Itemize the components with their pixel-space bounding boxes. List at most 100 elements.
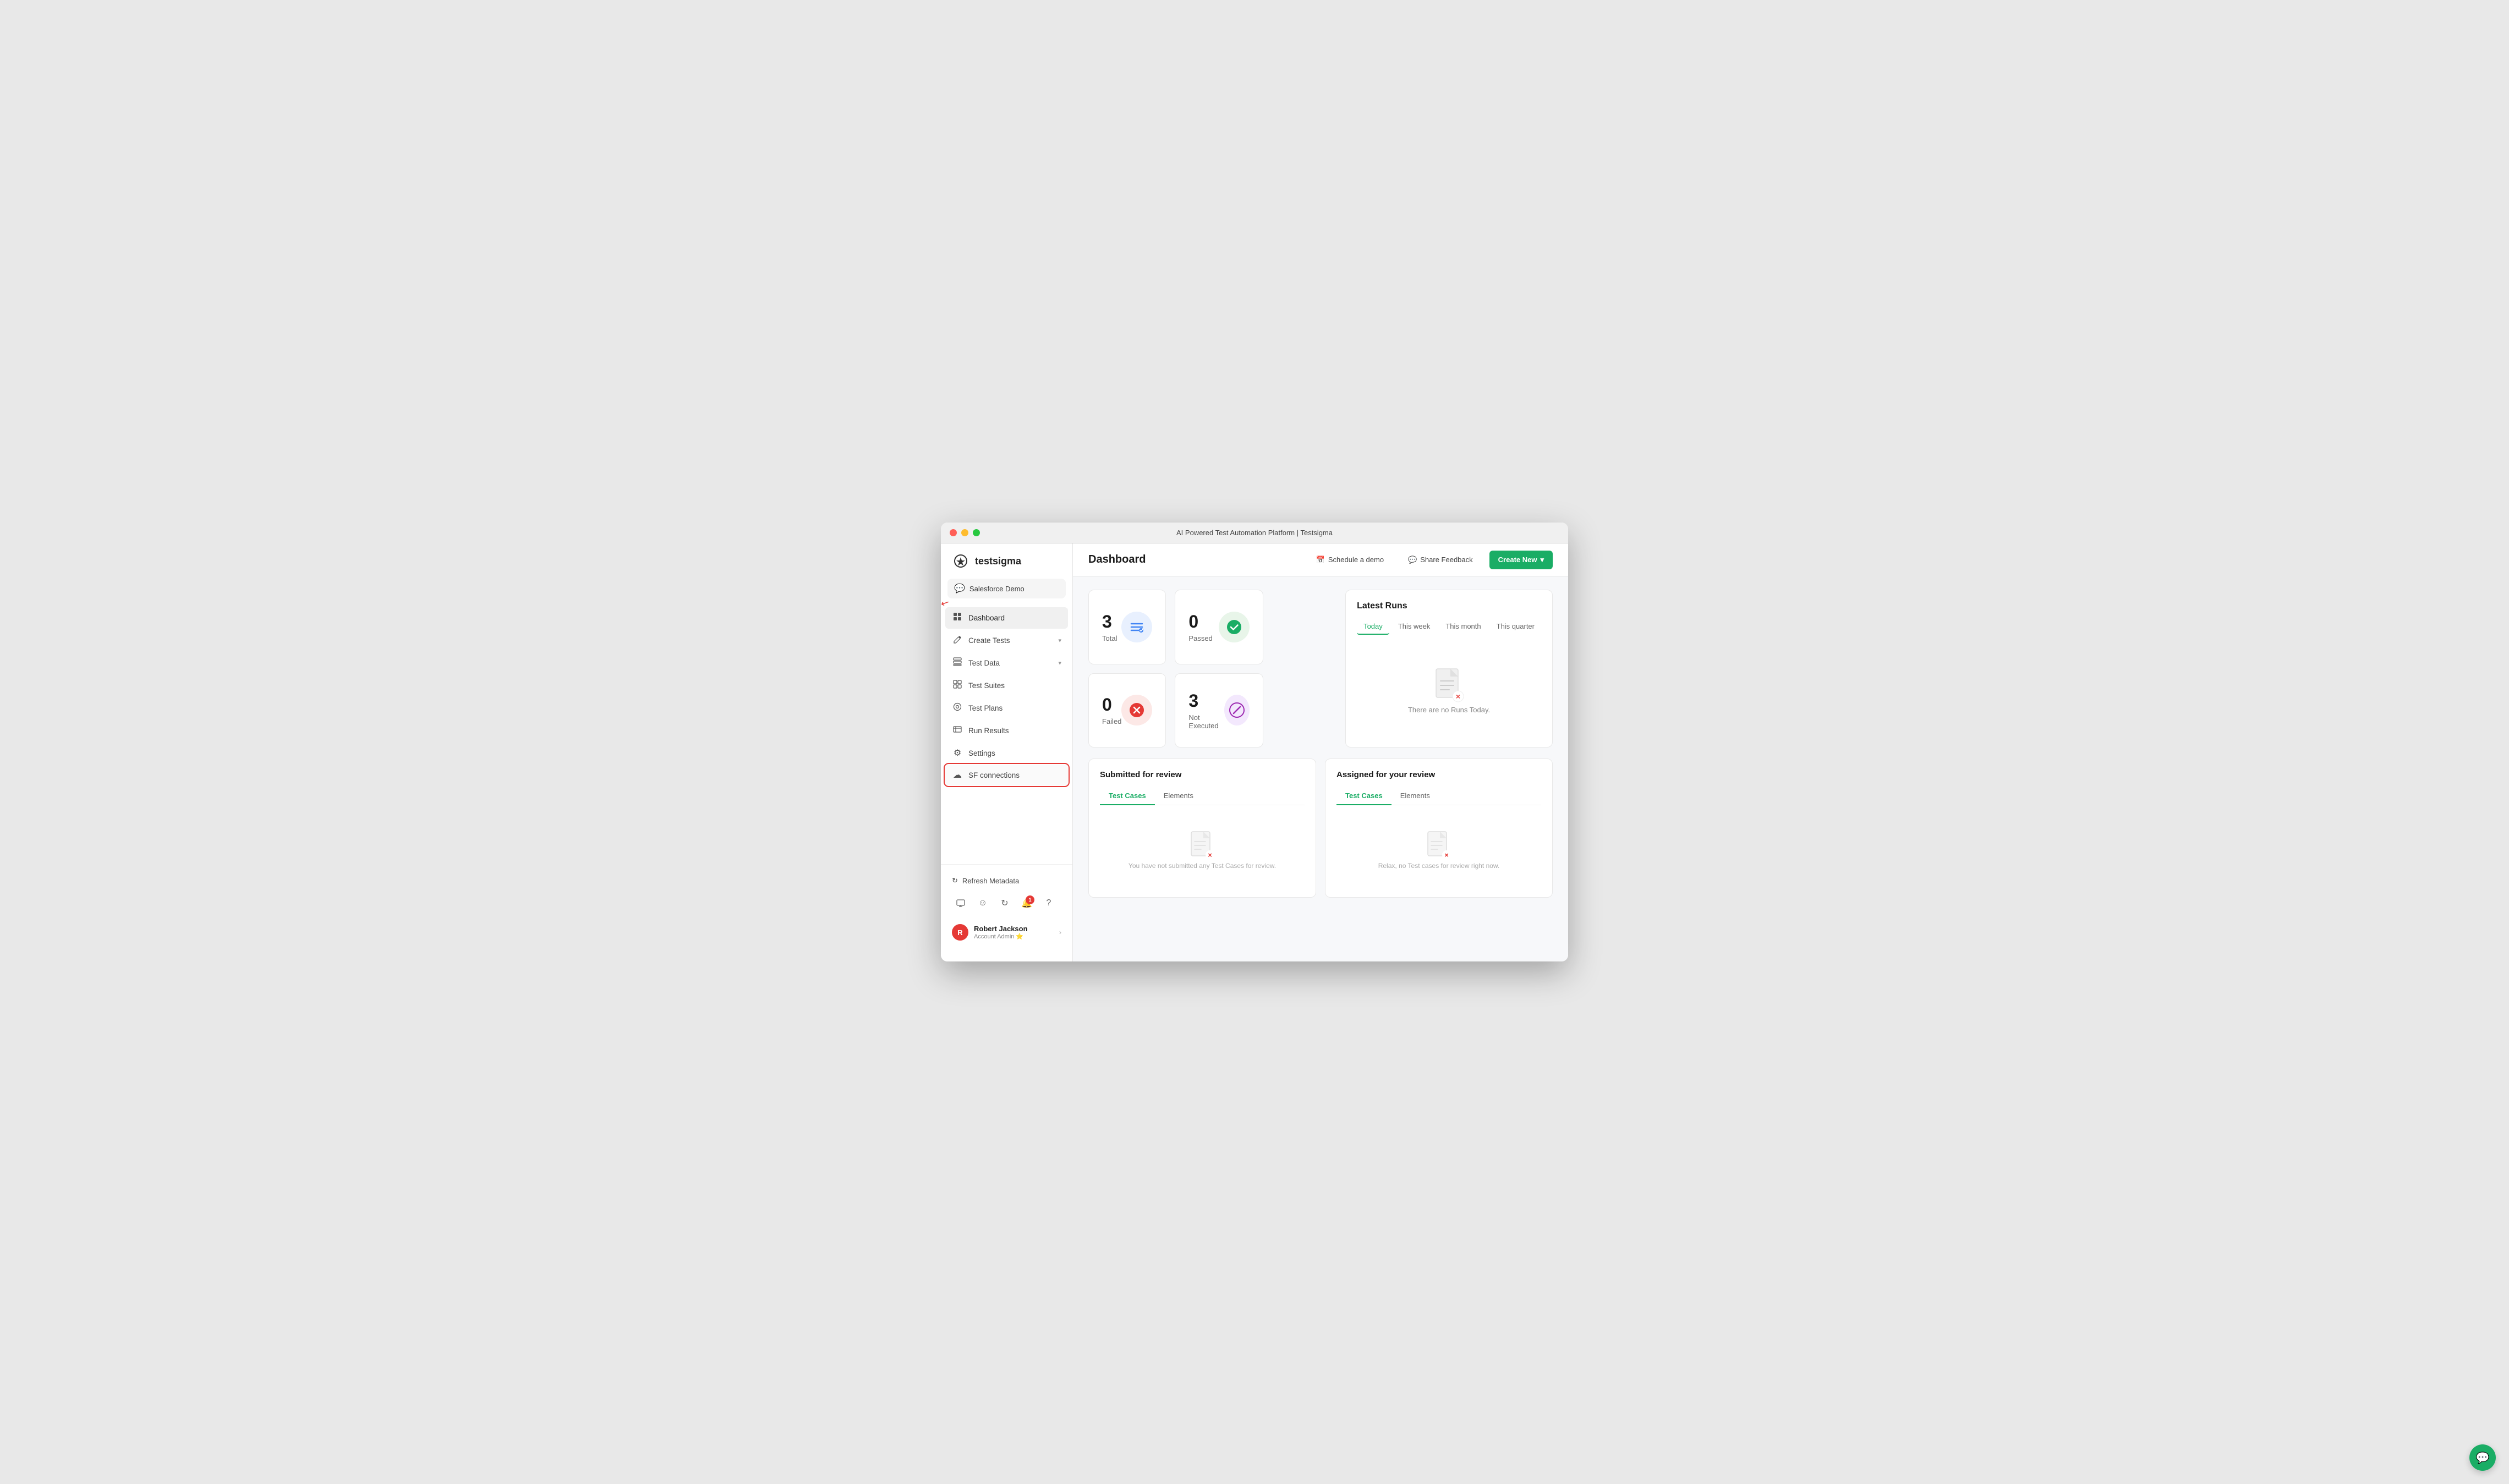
sync-icon[interactable]: ↻ — [996, 894, 1014, 912]
review-grid: Submitted for review Test Cases Elements — [1088, 759, 1553, 898]
screen-share-icon[interactable] — [952, 894, 969, 912]
dashboard-icon — [952, 612, 963, 624]
sidebar-bottom: ↻ Refresh Metadata ☺ ↻ 🔔 1 ? R — [941, 864, 1072, 953]
sidebar-item-dashboard[interactable]: ↙ Dashboard — [945, 607, 1068, 629]
sidebar-item-label-settings: Settings — [968, 749, 1061, 757]
notification-icon[interactable]: 🔔 1 — [1018, 894, 1036, 912]
settings-icon: ⚙ — [952, 748, 963, 759]
no-runs-text: There are no Runs Today. — [1408, 706, 1490, 714]
test-data-icon — [952, 657, 963, 669]
tab-today[interactable]: Today — [1357, 619, 1389, 635]
failed-number: 0 — [1102, 695, 1121, 715]
failed-label: Failed — [1102, 717, 1121, 725]
workspace-selector[interactable]: 💬 Salesforce Demo — [947, 579, 1066, 598]
arrow-indicator: ↙ — [941, 596, 951, 610]
not-executed-label: Not Executed — [1188, 713, 1224, 730]
logo: testsigma — [941, 552, 1072, 579]
sidebar-item-settings[interactable]: ⚙ Settings — [945, 743, 1068, 763]
no-runs-content: × There are no Runs Today. — [1357, 646, 1541, 736]
assigned-empty-icon: × — [1427, 831, 1451, 862]
help-icon[interactable]: ? — [1040, 894, 1058, 912]
sidebar-item-test-suites[interactable]: Test Suites — [945, 675, 1068, 696]
svg-text:×: × — [1208, 851, 1212, 859]
tab-this-month[interactable]: This month — [1439, 619, 1487, 635]
topbar: Dashboard 📅 Schedule a demo 💬 Share Feed… — [1073, 543, 1568, 576]
total-number: 3 — [1102, 612, 1117, 632]
user-info: Robert Jackson Account Admin ⭐ — [974, 925, 1054, 940]
latest-runs-card: Latest Runs Today This week This month T… — [1345, 590, 1553, 748]
submitted-empty-text: You have not submitted any Test Cases fo… — [1128, 862, 1276, 870]
dropdown-chevron-icon: ▾ — [1540, 556, 1544, 564]
sidebar-item-create-tests[interactable]: Create Tests ▾ — [945, 630, 1068, 651]
sidebar-item-run-results[interactable]: Run Results — [945, 720, 1068, 741]
minimize-button[interactable] — [961, 529, 968, 536]
total-icon — [1121, 612, 1152, 642]
maximize-button[interactable] — [973, 529, 980, 536]
share-feedback-button[interactable]: 💬 Share Feedback — [1400, 551, 1481, 569]
not-executed-icon — [1224, 695, 1250, 725]
test-data-chevron-icon: ▾ — [1058, 659, 1061, 667]
test-plans-icon — [952, 702, 963, 714]
failed-icon — [1121, 695, 1152, 725]
dashboard-body: 3 Total — [1073, 576, 1568, 911]
create-tests-icon — [952, 635, 963, 646]
assigned-review-card: Assigned for your review Test Cases Elem… — [1325, 759, 1553, 898]
user-role: Account Admin ⭐ — [974, 933, 1054, 940]
main-content: Dashboard 📅 Schedule a demo 💬 Share Feed… — [1073, 543, 1568, 961]
schedule-demo-button[interactable]: 📅 Schedule a demo — [1308, 551, 1392, 569]
assigned-test-cases-tab[interactable]: Test Cases — [1336, 787, 1392, 805]
chat-fab-button[interactable]: 💬 — [2469, 1444, 2496, 1471]
stats-grid: 3 Total — [1088, 590, 1263, 748]
topbar-actions: 📅 Schedule a demo 💬 Share Feedback Creat… — [1308, 551, 1553, 569]
test-suites-icon — [952, 680, 963, 691]
smiley-icon[interactable]: ☺ — [974, 894, 991, 912]
passed-label: Passed — [1188, 634, 1212, 642]
stat-total: 3 Total — [1088, 590, 1166, 664]
create-new-button[interactable]: Create New ▾ — [1489, 551, 1553, 569]
empty-file-icon: × — [1434, 668, 1465, 703]
sidebar-item-label-create-tests: Create Tests — [968, 636, 1053, 645]
sf-connections-icon: ☁ — [952, 770, 963, 781]
crown-icon: ⭐ — [1016, 933, 1023, 940]
passed-number: 0 — [1188, 612, 1212, 632]
sidebar-item-label-test-data: Test Data — [968, 659, 1053, 667]
assigned-empty-content: × Relax, no Test cases for review right … — [1336, 814, 1541, 886]
stat-failed: 0 Failed — [1088, 673, 1166, 748]
submitted-review-title: Submitted for review — [1100, 770, 1305, 779]
bottom-icons-bar: ☺ ↻ 🔔 1 ? — [945, 890, 1068, 916]
sidebar-item-label-sf-connections: SF connections — [968, 771, 1061, 779]
not-executed-number: 3 — [1188, 691, 1224, 711]
stat-passed: 0 Passed — [1175, 590, 1263, 664]
close-button[interactable] — [950, 529, 957, 536]
assigned-review-title: Assigned for your review — [1336, 770, 1541, 779]
user-profile[interactable]: R Robert Jackson Account Admin ⭐ › — [945, 919, 1068, 946]
submitted-review-card: Submitted for review Test Cases Elements — [1088, 759, 1316, 898]
tab-this-week[interactable]: This week — [1392, 619, 1437, 635]
user-avatar: R — [952, 924, 968, 941]
chat-icon: 💬 — [1408, 556, 1417, 564]
sidebar-item-test-plans[interactable]: Test Plans — [945, 697, 1068, 719]
stat-not-executed: 3 Not Executed — [1175, 673, 1263, 748]
run-results-icon — [952, 725, 963, 736]
submitted-test-cases-tab[interactable]: Test Cases — [1100, 787, 1155, 805]
sidebar-item-label-dashboard: Dashboard — [968, 614, 1061, 622]
latest-runs-tabs: Today This week This month This quarter — [1357, 619, 1541, 635]
assigned-review-tabs: Test Cases Elements — [1336, 787, 1541, 805]
sidebar: testsigma 💬 Salesforce Demo ↙ Dashboard — [941, 543, 1073, 961]
user-chevron-icon: › — [1059, 928, 1061, 936]
sidebar-item-sf-connections[interactable]: ☁ SF connections — [945, 765, 1068, 785]
assigned-elements-tab[interactable]: Elements — [1392, 787, 1439, 805]
tab-this-quarter[interactable]: This quarter — [1490, 619, 1541, 635]
submitted-elements-tab[interactable]: Elements — [1155, 787, 1202, 805]
refresh-label: Refresh Metadata — [962, 877, 1019, 885]
traffic-lights — [950, 529, 980, 536]
total-label: Total — [1102, 634, 1117, 642]
sidebar-item-test-data[interactable]: Test Data ▾ — [945, 652, 1068, 674]
refresh-metadata-button[interactable]: ↻ Refresh Metadata — [945, 871, 1068, 890]
submitted-empty-content: × You have not submitted any Test Cases … — [1100, 814, 1305, 886]
workspace-name: Salesforce Demo — [969, 585, 1059, 593]
create-tests-chevron-icon: ▾ — [1058, 637, 1061, 644]
workspace-icon: 💬 — [954, 583, 965, 594]
sidebar-item-label-run-results: Run Results — [968, 727, 1061, 735]
window-title: AI Powered Test Automation Platform | Te… — [1176, 529, 1333, 537]
